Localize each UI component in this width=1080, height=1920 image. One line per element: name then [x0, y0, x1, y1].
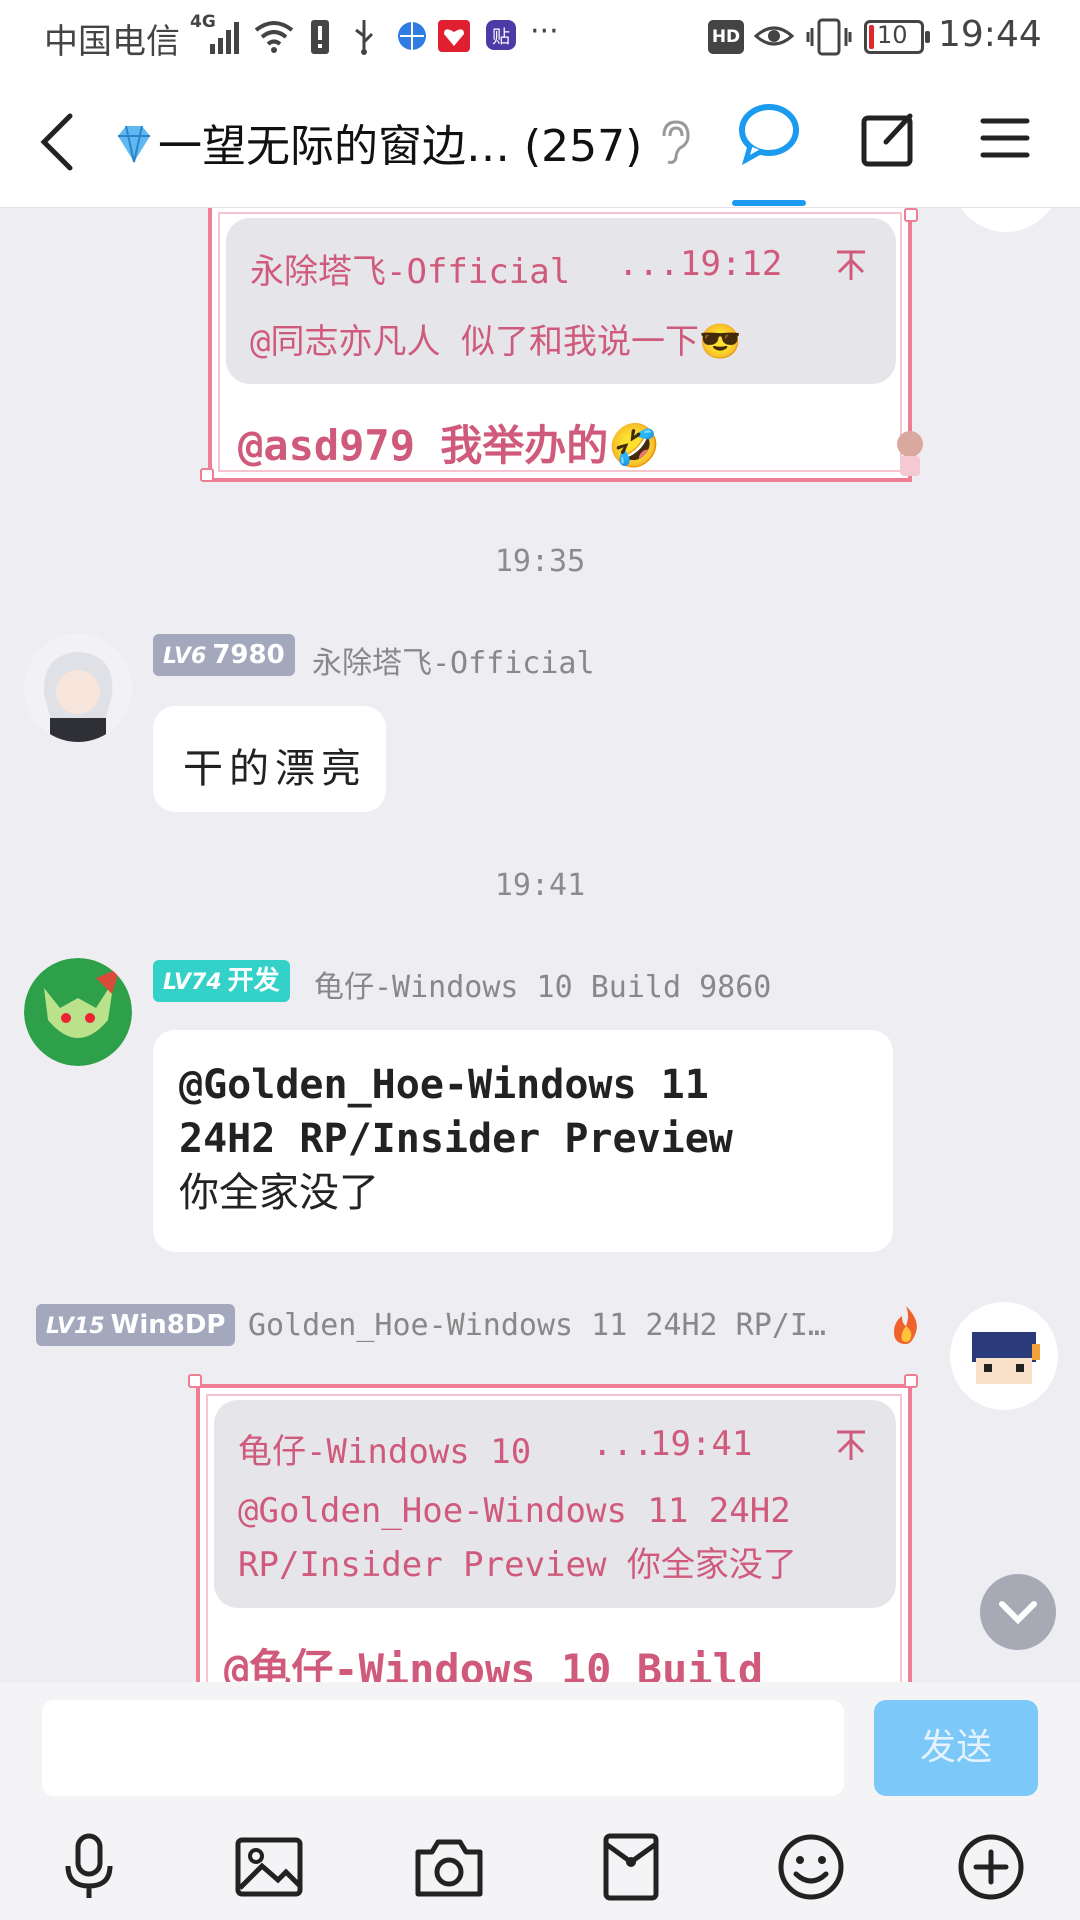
quoted-message[interactable]: 永除塔飞-Official ... 19:12 @同志亦凡人 似了和我说一下😎: [226, 218, 896, 384]
sender-name[interactable]: 永除塔飞-Official: [312, 638, 595, 682]
scroll-to-bottom-button[interactable]: [980, 1574, 1056, 1650]
jump-to-quote-icon[interactable]: [834, 246, 868, 282]
emoji-icon[interactable]: [776, 1832, 846, 1902]
microphone-icon[interactable]: [54, 1832, 124, 1902]
status-bar: 中国电信 4G 贴 ··· HD 10 19:44: [0, 0, 1080, 76]
quote-text: @Golden_Hoe-Windows 11 24H2 RP/Insider P…: [238, 1484, 797, 1592]
quote-text: @同志亦凡人 似了和我说一下😎: [250, 322, 742, 362]
battery-icon: 10: [864, 20, 930, 54]
chat-title[interactable]: 一望无际的窗边… (257): [158, 110, 642, 174]
tieba-icon: 贴: [486, 20, 516, 50]
message-card[interactable]: 永除塔飞-Official ... 19:12 @同志亦凡人 似了和我说一下😎 …: [208, 208, 923, 482]
back-button[interactable]: [34, 110, 84, 174]
image-icon[interactable]: [234, 1832, 304, 1902]
clock: 19:44: [938, 14, 1042, 55]
message-bubble[interactable]: @Golden_Hoe-Windows 11 24H2 RP/Insider P…: [153, 1030, 893, 1252]
signal-icon: [210, 22, 239, 54]
avatar[interactable]: [952, 208, 1060, 232]
quote-ellipsis: ...: [592, 1424, 654, 1464]
eye-icon: [753, 26, 795, 46]
badge-title: 7980: [212, 640, 285, 670]
quoted-message[interactable]: 龟仔-Windows 10 ... 19:41 @Golden_Hoe-Wind…: [214, 1400, 896, 1608]
chibi-sticker-icon: [897, 431, 923, 476]
avatar[interactable]: [950, 1302, 1058, 1410]
card-corner-decoration: [188, 1374, 202, 1388]
avatar[interactable]: [24, 634, 132, 742]
quote-line: RP/Insider Preview 你全家没了: [238, 1545, 797, 1585]
edit-icon[interactable]: [860, 110, 918, 168]
add-icon[interactable]: [956, 1832, 1026, 1902]
badge-title: 开发: [227, 966, 280, 996]
message-text: @龟仔-Windows 10 Build: [224, 1645, 764, 1682]
carrier-name: 中国电信: [44, 22, 180, 62]
message-bubble[interactable]: 干的漂亮: [153, 706, 386, 812]
message-text: 干的漂亮: [183, 746, 367, 792]
more-notifications-icon: ···: [530, 14, 559, 49]
battery-alert-icon: [311, 20, 329, 54]
app-red-icon: [438, 20, 470, 52]
chevron-down-icon: [999, 1601, 1037, 1625]
message-card[interactable]: 龟仔-Windows 10 ... 19:41 @Golden_Hoe-Wind…: [196, 1384, 912, 1682]
time-separator: 19:41: [494, 868, 586, 903]
avatar[interactable]: [24, 958, 132, 1066]
quote-time: 19:41: [650, 1424, 753, 1464]
message-input[interactable]: [42, 1700, 844, 1796]
time-separator: 19:35: [494, 544, 586, 579]
active-tab-indicator: [732, 200, 806, 206]
sender-name[interactable]: Golden_Hoe-Windows 11 24H2 RP/I…: [248, 1308, 826, 1343]
message-text: @asd979 我举办的🤣: [238, 421, 661, 470]
chat-bubble-icon: [739, 104, 799, 166]
card-corner-decoration: [904, 208, 918, 222]
quote-ellipsis: ...: [618, 244, 680, 284]
jump-to-quote-icon[interactable]: [834, 1426, 868, 1462]
quote-author: 龟仔-Windows 10: [238, 1432, 532, 1472]
card-corner-decoration: [200, 468, 214, 482]
sender-name[interactable]: 龟仔-Windows 10 Build 9860: [314, 962, 771, 1006]
message-list[interactable]: 永除塔飞-Official ... 19:12 @同志亦凡人 似了和我说一下😎 …: [0, 208, 1080, 1682]
card-corner-decoration: [904, 1374, 918, 1388]
message-text: @Golden_Hoe-Windows 11 24H2 RP/Insider P…: [179, 1058, 733, 1220]
usb-icon: [355, 20, 374, 55]
level-badge: LV6 7980: [153, 634, 295, 676]
badge-title: Win8DP: [110, 1310, 226, 1340]
level-badge: LV15 Win8DP: [36, 1304, 236, 1346]
svg-text:贴: 贴: [492, 27, 510, 48]
message-line: 24H2 RP/Insider Preview: [179, 1116, 733, 1162]
input-bar: 发送: [0, 1682, 1080, 1920]
message-line: 你全家没了: [179, 1170, 379, 1216]
browser-icon: [398, 22, 426, 50]
quote-line: @Golden_Hoe-Windows 11 24H2: [238, 1491, 791, 1531]
level-label: LV6: [163, 644, 207, 669]
tab-chat[interactable]: [732, 96, 806, 206]
message-line: @Golden_Hoe-Windows 11: [179, 1062, 709, 1108]
fire-icon: [894, 1306, 917, 1344]
battery-percent: 10: [877, 21, 908, 49]
camera-icon[interactable]: [414, 1832, 484, 1902]
level-label: LV74: [163, 970, 222, 995]
menu-icon[interactable]: [980, 116, 1030, 160]
send-button[interactable]: 发送: [874, 1700, 1038, 1796]
diamond-icon: [118, 125, 150, 163]
hd-icon: HD: [708, 20, 744, 54]
ear-icon[interactable]: [656, 118, 692, 166]
level-badge: LV74 开发: [153, 960, 290, 1002]
quote-author: 永除塔飞-Official: [250, 252, 571, 292]
vibrate-icon: [806, 18, 852, 56]
quote-time: 19:12: [680, 244, 783, 284]
chat-header: 一望无际的窗边… (257): [0, 76, 1080, 208]
red-envelope-icon[interactable]: [596, 1832, 666, 1902]
level-label: LV15: [46, 1314, 105, 1339]
wifi-icon: [254, 21, 294, 53]
battery-level: [869, 25, 874, 49]
